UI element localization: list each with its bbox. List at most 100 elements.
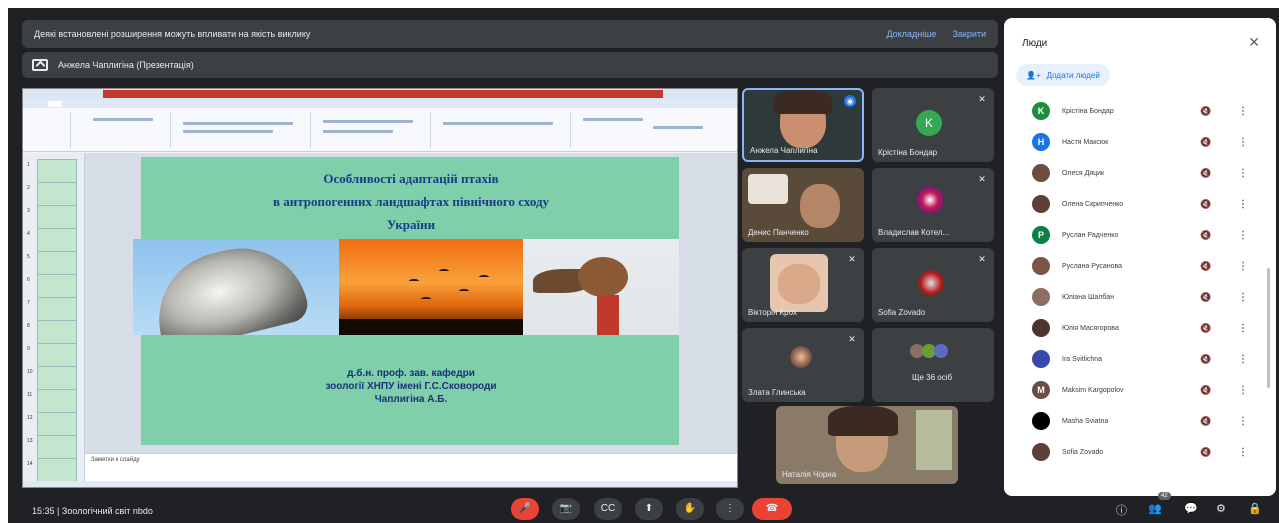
slide-thumbnail[interactable]: 8: [27, 320, 77, 344]
slide-thumbnail-number: 2: [27, 185, 30, 191]
ppt-statusbar: [23, 481, 737, 487]
mic-off-icon: 🔇: [1200, 322, 1212, 333]
more-vert-icon[interactable]: ⋮: [1238, 261, 1248, 272]
slide-thumbnail[interactable]: 11: [27, 389, 77, 413]
slide-thumbnail-number: 5: [27, 254, 30, 260]
participant-tile[interactable]: ✕ Вікторія Крох: [742, 248, 864, 322]
avatar: [1032, 257, 1050, 275]
more-vert-icon[interactable]: ⋮: [1238, 199, 1248, 210]
sparrows-photo: [523, 239, 679, 335]
more-vert-icon[interactable]: ⋮: [1238, 323, 1248, 334]
avatar: M: [1032, 381, 1050, 399]
more-vert-icon[interactable]: ⋮: [1238, 168, 1248, 179]
participant-tile[interactable]: K ✕ Крістіна Бондар: [872, 88, 994, 162]
notice-details-link[interactable]: Докладніше: [886, 29, 936, 39]
more-vert-icon[interactable]: ⋮: [1238, 106, 1248, 117]
more-vert-icon[interactable]: ⋮: [1238, 354, 1248, 365]
participant-row[interactable]: M Maksim Kargopolov 🔇 ⋮: [1004, 375, 1276, 405]
more-vert-icon[interactable]: ⋮: [1238, 385, 1248, 396]
more-options-button[interactable]: ⋮: [716, 498, 744, 520]
slide-thumbnail[interactable]: 9: [27, 343, 77, 367]
slide-thumbnails[interactable]: 1 2 3 4 5 6 7 8 9 10 11 12 13 14: [23, 153, 85, 487]
screen: Деякі встановлені розширення можуть впли…: [0, 0, 1279, 523]
activities-icon[interactable]: ⚙: [1216, 502, 1226, 515]
close-icon[interactable]: ✕: [1248, 34, 1260, 51]
slide-thumbnail[interactable]: 12: [27, 412, 77, 436]
tile-name: Анжела Чаплигіна: [750, 146, 818, 155]
mic-button[interactable]: 🎤: [511, 498, 539, 520]
meet-window: Деякі встановлені розширення можуть впли…: [8, 8, 1279, 523]
participant-tile-presenter[interactable]: ◉ Анжела Чаплигіна: [742, 88, 864, 162]
participant-row[interactable]: Юлія Масягорова 🔇 ⋮: [1004, 313, 1276, 343]
slide-thumbnail[interactable]: 2: [27, 182, 77, 206]
mic-off-icon: 🔇: [1200, 384, 1212, 395]
speaking-icon: ◉: [844, 95, 856, 107]
participant-row[interactable]: Руслана Русанова 🔇 ⋮: [1004, 251, 1276, 281]
participant-row[interactable]: Н Настя Максюк 🔇 ⋮: [1004, 127, 1276, 157]
slide-thumbnail[interactable]: 4: [27, 228, 77, 252]
avatar: K: [1032, 102, 1050, 120]
info-icon[interactable]: ⓘ: [1116, 502, 1127, 518]
slide-thumbnail-number: 7: [27, 300, 30, 306]
captions-button[interactable]: CC: [594, 498, 622, 520]
more-vert-icon[interactable]: ⋮: [1238, 230, 1248, 241]
tile-name: Крістіна Бондар: [878, 148, 938, 157]
ppt-tab: [91, 101, 104, 107]
add-people-button[interactable]: 👤+ Додати людей: [1016, 64, 1110, 86]
mic-off-icon: ✕: [978, 254, 986, 264]
camera-button[interactable]: 📷: [552, 498, 580, 520]
host-controls-icon[interactable]: 🔒: [1248, 502, 1262, 515]
participant-tile-self[interactable]: Наталія Чорна: [776, 406, 958, 484]
participant-row[interactable]: Masha Sviatna 🔇 ⋮: [1004, 406, 1276, 436]
slide-thumbnail[interactable]: 10: [27, 366, 77, 390]
notice-text: Деякі встановлені розширення можуть впли…: [34, 29, 311, 39]
participant-name: Крістіна Бондар: [1062, 107, 1114, 115]
slide-canvas: Особливості адаптацій птахів в антропоге…: [85, 153, 737, 453]
participant-name: Настя Максюк: [1062, 138, 1109, 146]
slide-notes[interactable]: Заметки к слайду: [85, 453, 737, 481]
present-button[interactable]: ⬆: [635, 498, 663, 520]
people-icon[interactable]: 👥: [1148, 502, 1162, 515]
participant-row[interactable]: Sofia Zovado 🔇 ⋮: [1004, 437, 1276, 467]
extensions-notice: Деякі встановлені розширення можуть впли…: [22, 20, 998, 48]
participant-row[interactable]: Олеся Дяцик 🔇 ⋮: [1004, 158, 1276, 188]
more-vert-icon[interactable]: ⋮: [1238, 292, 1248, 303]
ppt-tab: [29, 101, 40, 107]
participant-row[interactable]: Юліана Шалбан 🔇 ⋮: [1004, 282, 1276, 312]
sunset-birds-photo: [339, 239, 523, 335]
more-vert-icon[interactable]: ⋮: [1238, 447, 1248, 458]
ppt-ribbon-tabs: [23, 99, 737, 108]
avatar: [1032, 443, 1050, 461]
participant-name: Ira Svitlichna: [1062, 355, 1103, 363]
participant-tile[interactable]: Денис Панченко: [742, 168, 864, 242]
slide-thumbnail[interactable]: 14: [27, 458, 77, 482]
participant-row[interactable]: Ira Svitlichna 🔇 ⋮: [1004, 344, 1276, 374]
notice-close-link[interactable]: Закрити: [952, 29, 986, 39]
more-vert-icon[interactable]: ⋮: [1238, 137, 1248, 148]
slide-thumbnail[interactable]: 1: [27, 159, 77, 183]
slide-thumbnail[interactable]: 6: [27, 274, 77, 298]
participant-tile[interactable]: ✕ Sofia Zovado: [872, 248, 994, 322]
leave-call-button[interactable]: ☎: [752, 498, 792, 520]
mic-off-icon: 🔇: [1200, 167, 1212, 178]
slide-thumbnail[interactable]: 13: [27, 435, 77, 459]
participant-tile-more[interactable]: Ще 36 осіб: [872, 328, 994, 402]
raise-hand-button[interactable]: ✋: [676, 498, 704, 520]
slide-thumbnail[interactable]: 5: [27, 251, 77, 275]
slide-author-line1: д.б.н. проф. зав. кафедри: [347, 368, 475, 379]
slide-title: Особливості адаптацій птахів в антропоге…: [171, 167, 651, 236]
chat-icon[interactable]: 💬: [1184, 502, 1198, 515]
slide-thumbnail-number: 8: [27, 323, 30, 329]
participant-row[interactable]: Р Руслан Радченко 🔇 ⋮: [1004, 220, 1276, 250]
slide-thumbnail-number: 3: [27, 208, 30, 214]
participant-row[interactable]: K Крістіна Бондар 🔇 ⋮: [1004, 96, 1276, 126]
participant-name: Sofia Zovado: [1062, 448, 1104, 456]
slide-thumbnail[interactable]: 3: [27, 205, 77, 229]
participant-row[interactable]: Олена Скрипченко 🔇 ⋮: [1004, 189, 1276, 219]
participant-tile[interactable]: ✕ Владислав Котел...: [872, 168, 994, 242]
more-vert-icon[interactable]: ⋮: [1238, 416, 1248, 427]
people-scrollbar[interactable]: [1267, 268, 1270, 388]
slide-thumbnail[interactable]: 7: [27, 297, 77, 321]
mic-off-icon: 🔇: [1200, 446, 1212, 457]
participant-tile[interactable]: ✕ Злата Глинська: [742, 328, 864, 402]
